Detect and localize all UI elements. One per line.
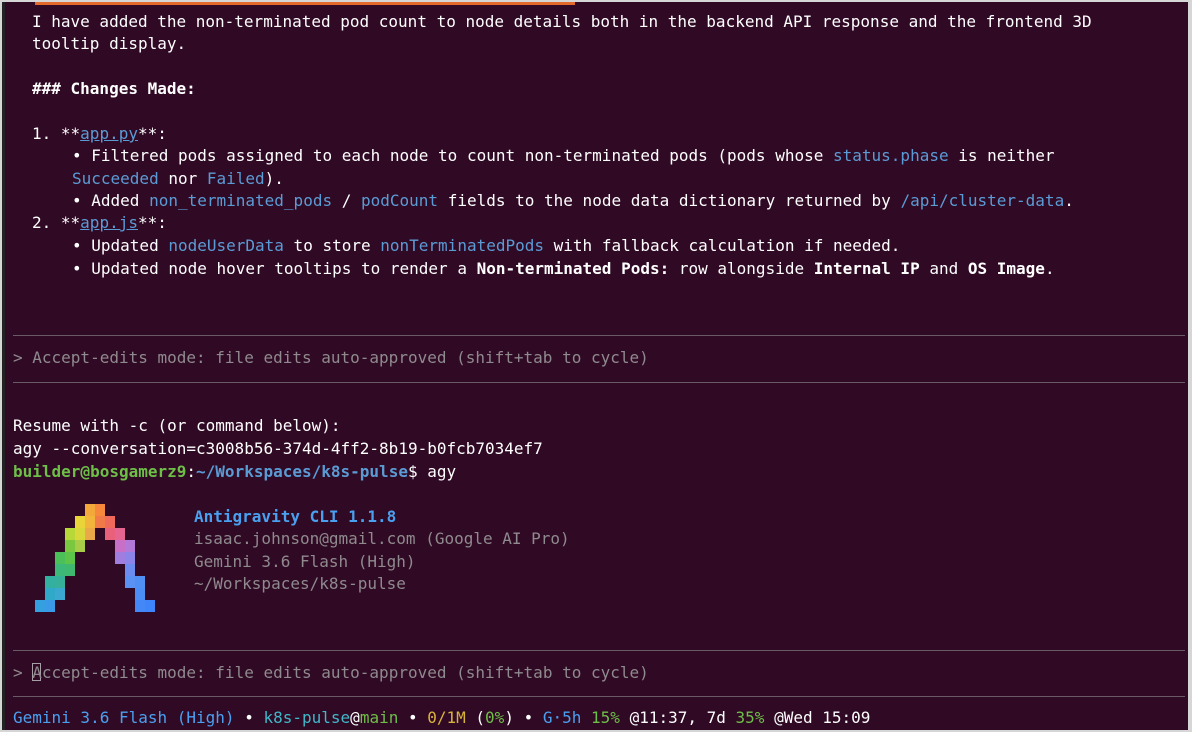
status-model: Gemini 3.6 Flash (High) <box>13 708 235 727</box>
input-border-bottom-2 <box>13 696 1185 697</box>
mode-hint-previous: > Accept-edits mode: file edits auto-app… <box>13 348 649 367</box>
status-repo: k8s-pulse <box>263 708 351 727</box>
banner-cwd: ~/Workspaces/k8s-pulse <box>194 574 406 593</box>
banner-account: isaac.johnson@gmail.com (Google AI Pro) <box>194 529 570 548</box>
status-quota-label: G·5h <box>542 708 592 727</box>
status-bar: Gemini 3.6 Flash (High) • k8s-pulse@main… <box>13 708 871 727</box>
input-border-top-2 <box>13 650 1185 651</box>
shell-prompt: builder@bosgamerz9:~/Workspaces/k8s-puls… <box>13 462 457 481</box>
status-tokens: 0/1M <box>427 708 466 727</box>
status-quota-7d: 35% <box>735 708 765 727</box>
resume-command: agy --conversation=c3008b56-374d-4ff2-8b… <box>13 439 543 458</box>
prompt-command: agy <box>427 462 457 481</box>
resume-hint: Resume with -c (or command below): <box>13 416 341 435</box>
banner-model: Gemini 3.6 Flash (High) <box>194 552 416 571</box>
prompt-input[interactable]: > Accept-edits mode: file edits auto-app… <box>13 662 649 684</box>
terminal-window[interactable]: I have added the non-terminated pod coun… <box>2 2 1188 730</box>
change-item-1: 1. **app.py**: <box>32 124 167 143</box>
changes-heading: ### Changes Made: <box>32 79 196 98</box>
change-item-1-bullet-2: • Added non_terminated_pods / podCount f… <box>72 191 1074 210</box>
input-border-top-1 <box>13 335 1185 336</box>
status-branch: main <box>359 708 399 727</box>
status-quota-5h: 15% <box>591 708 620 727</box>
change-item-1-bullet-1-cont: Succeeded nor Failed). <box>72 169 284 188</box>
status-tokens-pct: 0% <box>485 708 505 727</box>
change-item-2-bullet-1: • Updated nodeUserData to store nonTermi… <box>72 236 901 255</box>
prompt-path: ~/Workspaces/k8s-pulse <box>196 462 408 481</box>
input-border-bottom-1 <box>13 382 1185 383</box>
change-item-1-bullet-1: • Filtered pods assigned to each node to… <box>72 146 1055 165</box>
banner-title: Antigravity CLI 1.1.8 <box>194 507 397 526</box>
summary-line-1: I have added the non-terminated pod coun… <box>32 12 1092 31</box>
antigravity-logo-icon <box>35 504 155 612</box>
summary-line-2: tooltip display. <box>32 34 187 53</box>
file-link-app-js[interactable]: app.js <box>80 213 138 232</box>
scroll-indicator <box>35 2 575 5</box>
file-link-app-py[interactable]: app.py <box>80 124 138 143</box>
change-item-2-bullet-2: • Updated node hover tooltips to render … <box>72 259 1055 278</box>
change-item-2: 2. **app.js**: <box>32 213 167 232</box>
prompt-user: builder@bosgamerz9 <box>13 462 187 481</box>
